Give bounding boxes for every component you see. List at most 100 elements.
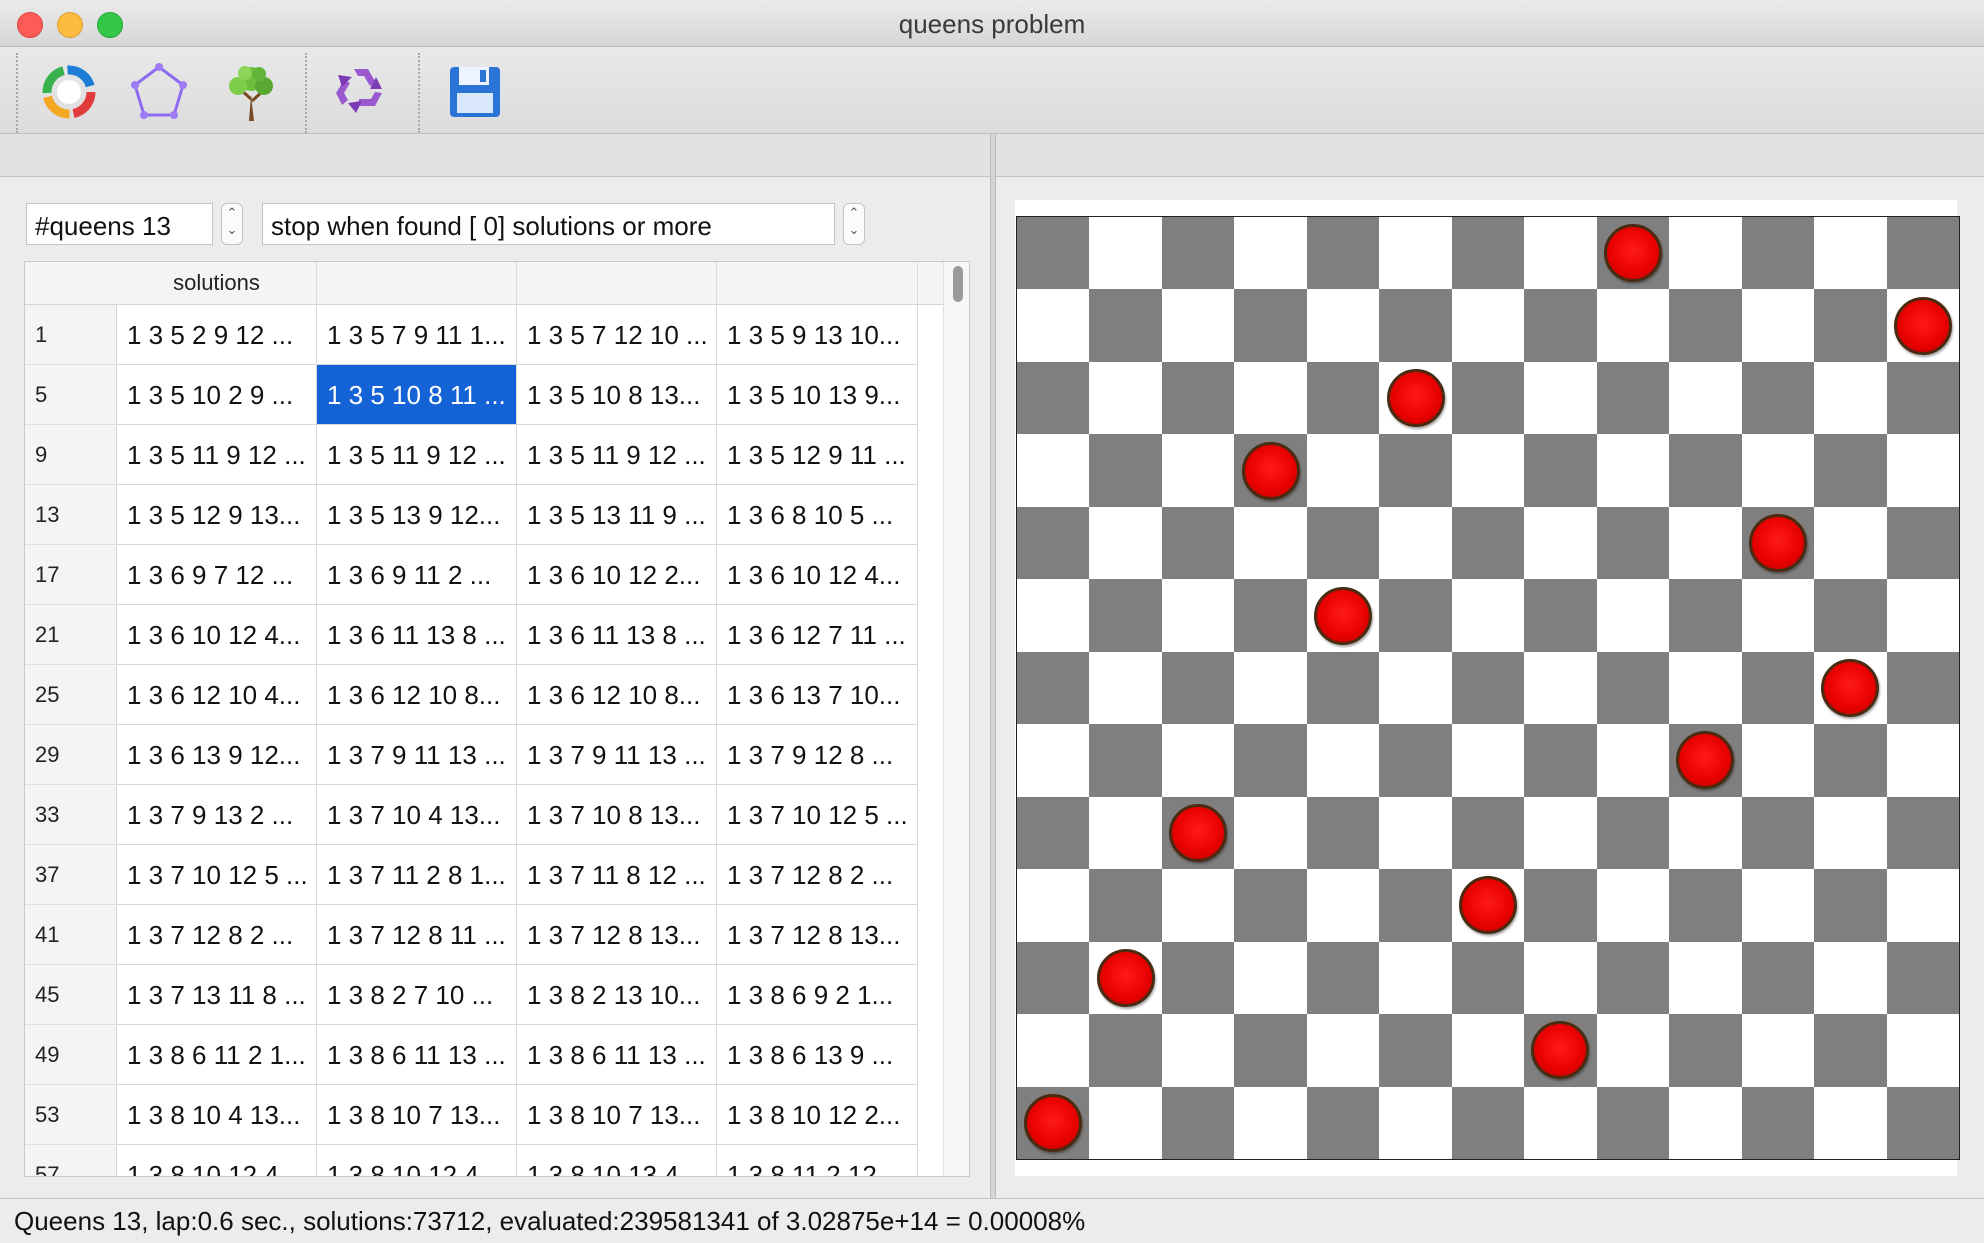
board-square[interactable] <box>1741 217 1815 290</box>
solution-cell[interactable]: 1 3 7 12 8 13... <box>717 905 918 965</box>
board-square[interactable] <box>1596 289 1670 362</box>
row-header[interactable]: 21 <box>25 605 117 665</box>
solution-cell[interactable]: 1 3 8 6 11 13 ... <box>317 1025 517 1085</box>
column-header[interactable] <box>517 262 717 304</box>
stop-condition-spinbox[interactable]: stop when found [ 0] solutions or more <box>262 203 835 245</box>
stepper-down-icon[interactable]: ⌄ <box>849 222 860 237</box>
stepper-up-icon[interactable]: ⌃ <box>849 205 860 220</box>
board-square[interactable] <box>1814 796 1887 870</box>
board-square[interactable] <box>1886 1086 1959 1159</box>
row-header[interactable]: 33 <box>25 785 117 845</box>
solution-cell[interactable]: 1 3 6 12 10 8... <box>517 665 717 725</box>
board-square[interactable] <box>1451 796 1525 870</box>
board-square[interactable] <box>1017 434 1090 507</box>
row-header[interactable]: 29 <box>25 725 117 785</box>
solution-cell[interactable]: 1 3 8 6 11 13 ... <box>517 1025 717 1085</box>
board-square[interactable] <box>1017 506 1090 580</box>
board-square[interactable] <box>1234 506 1307 580</box>
column-header-solutions[interactable]: solutions <box>117 262 317 304</box>
solution-cell[interactable]: 1 3 6 12 7 11 ... <box>717 605 918 665</box>
board-square[interactable] <box>1524 724 1597 797</box>
board-square[interactable] <box>1669 869 1742 942</box>
solution-cell[interactable]: 1 3 8 6 9 2 1... <box>717 965 918 1025</box>
board-square[interactable] <box>1089 1014 1162 1087</box>
solution-cell[interactable]: 1 3 6 9 11 2 ... <box>317 545 517 605</box>
solution-cell[interactable]: 1 3 7 10 4 13... <box>317 785 517 845</box>
board-square[interactable] <box>1814 217 1887 290</box>
row-header[interactable]: 53 <box>25 1085 117 1145</box>
run-cycle-button[interactable] <box>36 59 102 125</box>
board-square[interactable] <box>1017 796 1090 870</box>
board-square[interactable] <box>1814 289 1887 362</box>
board-square[interactable] <box>1089 217 1162 290</box>
board-square[interactable] <box>1161 724 1235 797</box>
board-square[interactable] <box>1089 579 1162 652</box>
board-square[interactable] <box>1524 434 1597 507</box>
board-square[interactable] <box>1814 361 1887 435</box>
solution-cell[interactable]: 1 3 5 10 8 11 ... <box>317 365 517 425</box>
board-square[interactable] <box>1451 361 1525 435</box>
solution-cell[interactable]: 1 3 8 10 13 4 <box>517 1145 717 1176</box>
chess-board[interactable] <box>1016 216 1960 1160</box>
board-square[interactable] <box>1161 289 1235 362</box>
table-row[interactable]: 41 1 3 7 12 8 2 ... 1 3 7 12 8 11 ... 1 3 7… <box>25 905 918 965</box>
board-square[interactable] <box>1017 869 1090 942</box>
solution-cell[interactable]: 1 3 6 8 10 5 ... <box>717 485 918 545</box>
table-row[interactable]: 13 1 3 5 12 9 13... 1 3 5 13 9 12... 1 3 5 … <box>25 485 918 545</box>
solution-cell[interactable]: 1 3 5 11 9 12 ... <box>317 425 517 485</box>
board-square[interactable] <box>1886 434 1959 507</box>
column-header[interactable] <box>717 262 918 304</box>
board-square[interactable] <box>1669 941 1742 1015</box>
board-square[interactable] <box>1524 506 1597 580</box>
board-square[interactable] <box>1451 217 1525 290</box>
board-square[interactable] <box>1089 869 1162 942</box>
board-square[interactable] <box>1886 796 1959 870</box>
solution-cell[interactable]: 1 3 6 10 12 4... <box>717 545 918 605</box>
board-square[interactable] <box>1306 651 1380 725</box>
board-square[interactable] <box>1596 796 1670 870</box>
board-square[interactable] <box>1886 217 1959 290</box>
board-square[interactable] <box>1089 796 1162 870</box>
board-square[interactable] <box>1161 434 1235 507</box>
toolbar-grip[interactable] <box>16 53 18 133</box>
board-square[interactable] <box>1306 434 1380 507</box>
board-square[interactable] <box>1017 724 1090 797</box>
board-square[interactable] <box>1741 1086 1815 1159</box>
board-square[interactable] <box>1161 1014 1235 1087</box>
board-square[interactable] <box>1161 579 1235 652</box>
row-header[interactable]: 41 <box>25 905 117 965</box>
solution-cell[interactable]: 1 3 8 6 13 9 ... <box>717 1025 918 1085</box>
solution-cell[interactable]: 1 3 6 13 7 10... <box>717 665 918 725</box>
solution-cell[interactable]: 1 3 5 10 8 13... <box>517 365 717 425</box>
board-square[interactable] <box>1596 1086 1670 1159</box>
board-square[interactable] <box>1524 651 1597 725</box>
board-square[interactable] <box>1234 941 1307 1015</box>
table-row[interactable]: 53 1 3 8 10 4 13... 1 3 8 10 7 13... 1 3 8 … <box>25 1085 918 1145</box>
solution-cell[interactable]: 1 3 6 9 7 12 ... <box>117 545 317 605</box>
board-square[interactable] <box>1596 869 1670 942</box>
board-square[interactable] <box>1379 651 1452 725</box>
vertical-scrollbar[interactable] <box>943 262 969 1176</box>
board-square[interactable] <box>1451 506 1525 580</box>
board-square[interactable] <box>1596 579 1670 652</box>
queens-count-stepper[interactable]: ⌃ ⌄ <box>221 203 243 245</box>
board-square[interactable] <box>1524 289 1597 362</box>
board-square[interactable] <box>1596 941 1670 1015</box>
solution-cell[interactable]: 1 3 7 12 8 11 ... <box>317 905 517 965</box>
board-square[interactable] <box>1886 506 1959 580</box>
table-row[interactable]: 49 1 3 8 6 11 2 1... 1 3 8 6 11 13 ... 1 3 … <box>25 1025 918 1085</box>
solution-cell[interactable]: 1 3 7 11 2 8 1... <box>317 845 517 905</box>
row-header[interactable]: 1 <box>25 305 117 365</box>
board-square[interactable] <box>1306 289 1380 362</box>
board-square[interactable] <box>1814 941 1887 1015</box>
solution-cell[interactable]: 1 3 5 2 9 12 ... <box>117 305 317 365</box>
board-square[interactable] <box>1089 651 1162 725</box>
tree-button[interactable] <box>218 59 284 125</box>
stepper-up-icon[interactable]: ⌃ <box>227 205 238 220</box>
solution-cell[interactable]: 1 3 7 9 11 13 ... <box>517 725 717 785</box>
stop-condition-stepper[interactable]: ⌃ ⌄ <box>843 203 865 245</box>
board-square[interactable] <box>1234 217 1307 290</box>
stepper-down-icon[interactable]: ⌄ <box>227 222 238 237</box>
board-square[interactable] <box>1814 1014 1887 1087</box>
board-square[interactable] <box>1741 941 1815 1015</box>
